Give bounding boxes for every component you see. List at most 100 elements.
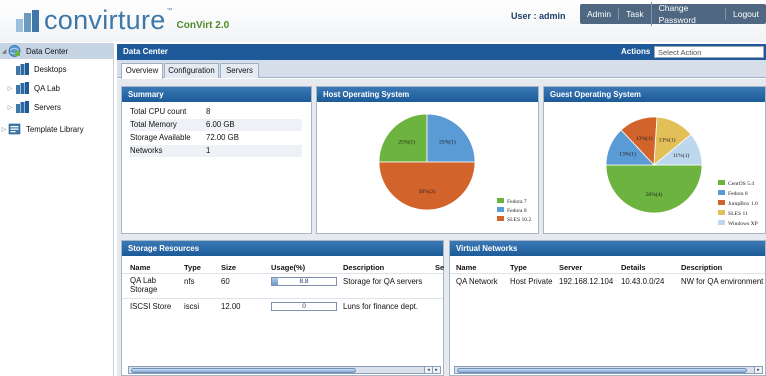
row-divider: [122, 298, 443, 299]
navigation-tree: ◢ Data Center Desktops ▷ QA Lab ▷ Server…: [0, 43, 114, 376]
host-os-slice-fedora-7[interactable]: [378, 113, 428, 163]
guest-os-legend-swatch: [718, 180, 725, 185]
host-os-legend-swatch: [497, 207, 504, 212]
action-select[interactable]: Select Action: [654, 46, 764, 58]
horizontal-scrollbar[interactable]: ◂ ▸: [128, 366, 441, 374]
guest-os-legend-label: SLES 11: [728, 211, 748, 217]
host-os-legend-swatch: [497, 198, 504, 203]
summary-row-memory: Total Memory 6.00 GB: [130, 119, 302, 131]
tree-item-label: Template Library: [26, 124, 84, 134]
usage-bar-value: 0: [302, 303, 306, 310]
summary-row-networks: Networks 1: [130, 145, 302, 157]
column-header-name[interactable]: Name: [456, 263, 476, 272]
host-os-legend-item: SLES 10.2: [497, 216, 531, 223]
summary-value: 6.00 GB: [206, 120, 235, 129]
network-type: Host Private: [510, 277, 553, 286]
convirt-app-window: convirture ™ ConVirt 2.0 User : admin Ad…: [0, 0, 766, 376]
scroll-right-icon[interactable]: ▸: [754, 367, 762, 373]
networks-panel-title: Virtual Networks: [450, 241, 765, 256]
summary-key: Total CPU count: [130, 107, 187, 116]
top-bar: convirture ™ ConVirt 2.0 User : admin Ad…: [0, 0, 766, 42]
tree-item-label: Servers: [34, 102, 61, 112]
host-os-legend-item: Fedora 8: [497, 207, 527, 214]
summary-value: 8: [206, 107, 211, 116]
column-header-size[interactable]: Size: [221, 263, 236, 272]
tab-servers[interactable]: Servers: [220, 63, 259, 78]
tab-strip: Overview Configuration Servers: [117, 60, 766, 79]
tab-configuration[interactable]: Configuration: [164, 63, 219, 78]
column-header-server[interactable]: Se: [435, 263, 444, 272]
collapse-arrow-icon[interactable]: ◢: [0, 48, 8, 55]
tree-item-template-library[interactable]: ▷ Template Library: [0, 121, 84, 137]
overview-content: Summary Total CPU count 8 Total Memory 6.0…: [117, 79, 766, 376]
host-os-slice-sles-10-2[interactable]: [378, 161, 476, 211]
summary-key: Networks: [130, 146, 163, 155]
host-os-slice-label: 25%(1): [439, 139, 456, 146]
column-header-type[interactable]: Type: [184, 263, 201, 272]
column-header-server[interactable]: Server: [559, 263, 582, 272]
virtual-networks-panel: Virtual Networks Name Type Server Detail…: [449, 240, 766, 376]
nav-logout-link[interactable]: Logout: [725, 8, 766, 20]
usage-bar: 8.8: [271, 277, 337, 286]
datacenter-icon: [8, 45, 21, 57]
column-header-details[interactable]: Details: [621, 263, 646, 272]
nav-task-link[interactable]: Task: [618, 8, 650, 20]
template-library-icon: [8, 123, 21, 135]
horizontal-scrollbar[interactable]: ▸: [454, 366, 763, 374]
host-os-legend-swatch: [497, 216, 504, 221]
tree-item-desktops[interactable]: Desktops: [16, 61, 67, 77]
column-header-type[interactable]: Type: [510, 263, 527, 272]
expand-arrow-icon[interactable]: ▷: [0, 126, 8, 133]
product-name: ConVirt 2.0: [176, 20, 230, 31]
storage-size: 12.00: [221, 302, 241, 311]
scroll-left-icon[interactable]: ◂: [424, 367, 432, 373]
summary-value: 72.00 GB: [206, 133, 239, 142]
host-os-legend-label: Fedora 7: [507, 199, 527, 205]
guest-os-slice-label: 50%(4): [646, 191, 663, 198]
column-header-usage[interactable]: Usage(%): [271, 263, 305, 272]
usage-bar-value: 8.8: [299, 278, 309, 285]
guest-os-slice-label: 13%(1): [619, 151, 636, 158]
summary-row-cpu: Total CPU count 8: [130, 106, 302, 118]
storage-type: nfs: [184, 277, 195, 286]
convirture-logo: convirture ™ ConVirt 2.0: [16, 7, 230, 34]
expand-arrow-icon[interactable]: ▷: [6, 104, 14, 111]
guest-os-legend-swatch: [718, 190, 725, 195]
guest-os-slice-centos-5-4[interactable]: [605, 164, 703, 214]
host-os-legend-item: Fedora 7: [497, 198, 527, 205]
storage-name: QA Lab Storage: [130, 276, 158, 294]
scrollbar-thumb[interactable]: [457, 368, 747, 373]
server-group-icon: [16, 63, 29, 75]
tree-item-label: Data Center: [26, 46, 69, 56]
nav-admin-link[interactable]: Admin: [580, 8, 618, 20]
host-os-slice-label: 25%(1): [398, 139, 415, 146]
guest-os-legend-label: Fedora 8: [728, 191, 748, 197]
guest-os-legend-swatch: [718, 210, 725, 215]
expand-arrow-icon[interactable]: ▷: [6, 85, 14, 92]
server-group-icon: [16, 82, 29, 94]
guest-os-legend-label: Windows XP: [728, 221, 758, 227]
guest-os-slice-label: 11%(1): [673, 152, 690, 159]
summary-key: Total Memory: [130, 120, 177, 129]
host-os-slice-fedora-8[interactable]: [426, 113, 476, 163]
nav-change-password-link[interactable]: Change Password: [650, 2, 725, 26]
host-os-legend-label: Fedora 8: [507, 208, 527, 214]
column-header-description[interactable]: Description: [343, 263, 384, 272]
guest-os-legend-swatch: [718, 200, 725, 205]
storage-description: Luns for finance dept.: [343, 302, 418, 311]
tree-item-data-center[interactable]: ◢ Data Center: [0, 43, 113, 59]
tab-overview[interactable]: Overview: [121, 63, 163, 79]
storage-resources-panel: Storage Resources Name Type Size Usage(%…: [121, 240, 444, 376]
tree-item-qa-lab[interactable]: ▷ QA Lab: [8, 80, 60, 96]
header-divider: [450, 273, 765, 274]
guest-os-pie-chart: 50%(4) 13%(1) 13%(1) 13%(1) 11%(1) CentOS 5.4…: [605, 116, 758, 227]
guest-os-legend-item: Fedora 8: [718, 190, 748, 197]
guest-os-legend-swatch: [718, 220, 725, 225]
tree-item-servers[interactable]: ▷ Servers: [8, 99, 61, 115]
scroll-right-icon[interactable]: ▸: [432, 367, 440, 373]
scrollbar-thumb[interactable]: [131, 368, 356, 373]
column-header-name[interactable]: Name: [130, 263, 150, 272]
column-header-description[interactable]: Description: [681, 263, 722, 272]
server-group-icon: [16, 101, 29, 113]
top-navigation: Admin Task Change Password Logout: [580, 2, 766, 26]
